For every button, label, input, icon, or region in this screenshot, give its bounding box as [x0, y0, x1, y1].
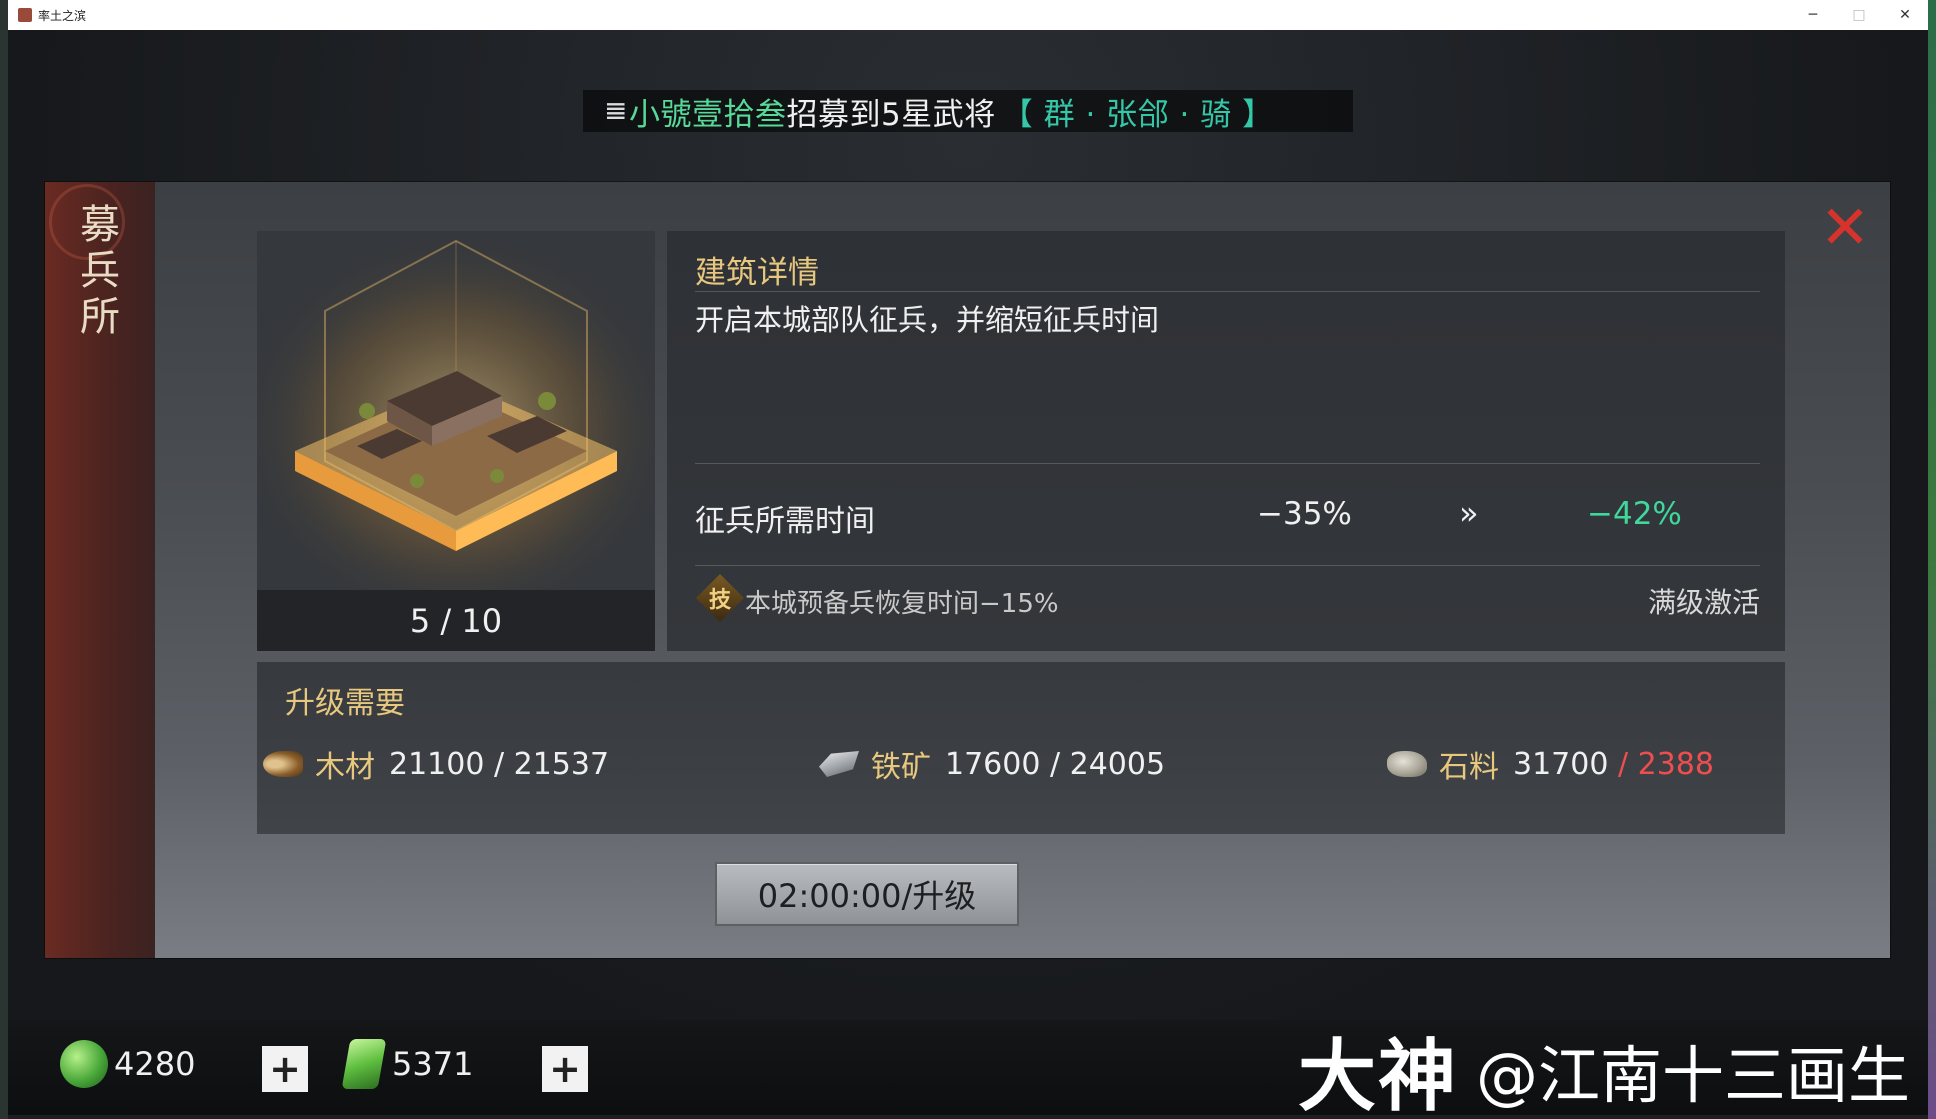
- building-level: 5 / 10: [257, 590, 655, 651]
- double-chevron-right-icon: »: [1459, 494, 1479, 532]
- stat-next-value: −42%: [1587, 496, 1682, 532]
- resource-name: 铁矿: [871, 750, 931, 785]
- building-illustration: [257, 231, 655, 591]
- resource-separator: /: [484, 746, 514, 782]
- watermark-author: @江南十三画生: [1476, 1039, 1911, 1112]
- token-amount: 5371: [392, 1045, 474, 1083]
- window-left-edge: [0, 0, 8, 1119]
- jade-currency: 4280: [60, 1038, 195, 1090]
- notice-message: 招募到5星武将: [786, 96, 996, 133]
- building-name-vertical: 募 兵 所: [75, 202, 125, 340]
- skill-description: 本城预备兵恢复时间−15%: [745, 589, 1059, 619]
- minimize-button[interactable]: ─: [1790, 0, 1836, 30]
- watermark-logo: 大神: [1298, 1032, 1459, 1115]
- maximize-button[interactable]: □: [1836, 0, 1882, 30]
- stone-icon: [1387, 751, 1427, 777]
- resource-have: 17600: [945, 746, 1041, 782]
- recruit-notice-banner: 𝌆 小號壹拾叁 招募到5星武将 【 群 · 张郃 · 骑 】: [583, 90, 1353, 133]
- panel-close-button[interactable]: ✕: [1817, 198, 1873, 258]
- resource-separator: /: [1608, 746, 1638, 782]
- resource-stone: 石料 31700 / 2388: [1387, 742, 1714, 786]
- recruit-building-panel: 募 兵 所 ✕ 5 / 10 建筑详情 开启本城部队征兵，并缩短征兵时间 征兵所…: [45, 182, 1890, 958]
- skill-activation-status: 满级激活: [1647, 586, 1760, 619]
- stat-row-recruit-time: 征兵所需时间 −35% » −42%: [695, 494, 1760, 546]
- resource-name: 木材: [315, 750, 375, 785]
- resource-need: 21537: [513, 746, 610, 782]
- details-heading: 建筑详情: [695, 255, 819, 291]
- requirements-heading: 升级需要: [285, 686, 405, 721]
- upgrade-requirements: 升级需要 木材 21100 / 21537 铁矿 17600 / 24005 石…: [257, 662, 1785, 834]
- stat-label: 征兵所需时间: [695, 504, 875, 539]
- resource-have: 31700: [1513, 746, 1609, 782]
- game-viewport: 𝌆 小號壹拾叁 招募到5星武将 【 群 · 张郃 · 骑 】 募 兵 所 ✕ 5…: [8, 30, 1928, 1115]
- resource-wood: 木材 21100 / 21537: [263, 742, 609, 786]
- upgrade-button[interactable]: 02:00:00/升级: [715, 862, 1019, 926]
- max-level-skill: 技 本城预备兵恢复时间−15% 满级激活: [695, 573, 1760, 623]
- divider: [695, 463, 1760, 464]
- divider: [695, 565, 1760, 566]
- resource-need-insufficient: 2388: [1637, 746, 1714, 782]
- window-right-edge: [1928, 0, 1936, 1119]
- token-currency: 5371: [341, 1038, 474, 1090]
- iron-icon: [819, 751, 859, 777]
- add-token-button[interactable]: +: [542, 1046, 588, 1092]
- building-name-char: 所: [80, 294, 120, 340]
- jade-amount: 4280: [114, 1045, 196, 1083]
- resource-need: 24005: [1069, 746, 1166, 782]
- side-title-banner: 募 兵 所: [45, 182, 155, 958]
- building-details: 建筑详情 开启本城部队征兵，并缩短征兵时间 征兵所需时间 −35% » −42%…: [667, 231, 1785, 651]
- bottom-currency-bar: 4280 + 5371 + 大神 @江南十三画生: [8, 1020, 1928, 1115]
- building-preview: 5 / 10: [257, 231, 655, 651]
- window-close-button[interactable]: ✕: [1882, 0, 1928, 30]
- resource-name: 石料: [1439, 750, 1499, 785]
- building-name-char: 兵: [80, 248, 120, 294]
- building-description: 开启本城部队征兵，并缩短征兵时间: [695, 303, 1160, 337]
- watermark: 大神 @江南十三画生: [1298, 1030, 1910, 1115]
- add-jade-button[interactable]: +: [262, 1046, 308, 1092]
- notice-general-name: 【 群 · 张郃 · 骑 】: [1001, 96, 1274, 133]
- jade-icon: [60, 1040, 108, 1088]
- notice-player-name: 小號壹拾叁: [629, 96, 787, 133]
- token-icon: [341, 1039, 387, 1089]
- app-icon: [18, 8, 32, 22]
- window-title: 率土之滨: [38, 8, 87, 23]
- resource-have: 21100: [389, 746, 485, 782]
- stat-current-value: −35%: [1257, 496, 1352, 532]
- resource-iron: 铁矿 17600 / 24005: [819, 742, 1165, 786]
- divider: [695, 291, 1760, 292]
- window-titlebar: 率土之滨 ─ □ ✕: [8, 0, 1928, 30]
- skill-icon-label: 技: [708, 588, 731, 613]
- resource-separator: /: [1040, 746, 1070, 782]
- window-controls: ─ □ ✕: [1790, 0, 1928, 30]
- building-name-char: 募: [80, 202, 120, 248]
- announcement-icon: 𝌆: [605, 97, 628, 125]
- wood-icon: [263, 751, 303, 777]
